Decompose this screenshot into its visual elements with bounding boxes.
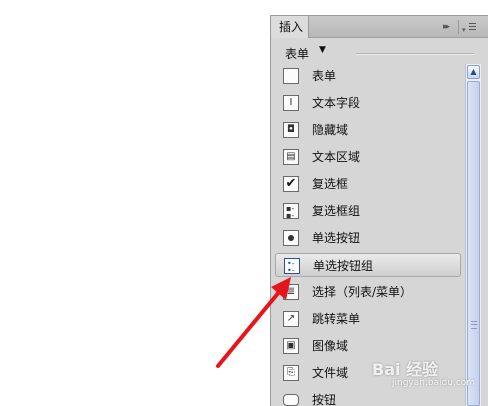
text-area-icon: ▤ <box>283 149 299 165</box>
list-item[interactable]: ▤ 文本区域 <box>275 145 461 169</box>
grip-icon <box>471 321 477 329</box>
list-item-label: 按钮 <box>312 393 337 406</box>
radio-button-icon <box>283 230 299 246</box>
list-item-label: 文本区域 <box>312 150 361 164</box>
radio-group-icon: •- •- •- <box>284 258 300 274</box>
list-item-label: 复选框组 <box>312 204 361 218</box>
menu-lines-icon <box>469 23 476 30</box>
scroll-up-icon[interactable]: ▲ <box>467 65 480 79</box>
list-item[interactable]: ↗ 跳转菜单 <box>275 307 461 331</box>
watermark-logo: Bai 经验 <box>372 360 439 379</box>
list-item-label: 选择（列表/菜单） <box>312 285 413 299</box>
tab-insert[interactable]: 插入 <box>271 16 309 38</box>
list-item-label: 隐藏域 <box>312 123 349 137</box>
image-field-icon: ▣ <box>283 338 299 354</box>
list-item-label: 文件域 <box>312 366 349 380</box>
category-label: 表单 <box>285 47 310 61</box>
insert-panel: 插入 ▸▸ ▾ 表单 ▼ 表单 I 文本字段 ◘ 隐藏域 ▤ 文本区域 ✔ 复选框 ▪- ▪- ▪… <box>270 15 488 406</box>
checkbox-group-icon: ▪- ▪- ▪- <box>283 203 299 219</box>
list-item[interactable]: ▪- ▪- ▪- 复选框组 <box>275 199 461 223</box>
list-item-label: 跳转菜单 <box>312 312 361 326</box>
form-icon <box>283 68 299 84</box>
list-item-label: 单选按钮组 <box>313 259 374 273</box>
divider <box>356 53 474 55</box>
button-icon <box>283 394 299 406</box>
list-item-label: 单选按钮 <box>312 231 361 245</box>
panel-options-menu-icon[interactable]: ▾ <box>462 20 480 34</box>
list-item[interactable]: •- •- •- 单选按钮组 <box>275 253 461 277</box>
list-item-label: 图像域 <box>312 339 349 353</box>
list-item[interactable]: 表单 <box>275 64 461 88</box>
list-item[interactable]: ◘ 隐藏域 <box>275 118 461 142</box>
panel-tab-bar: 插入 ▸▸ ▾ <box>271 16 488 38</box>
tab-divider <box>458 20 459 34</box>
dropdown-arrow-icon: ▼ <box>319 45 326 55</box>
checkbox-icon: ✔ <box>283 176 299 192</box>
category-dropdown[interactable]: 表单 ▼ <box>271 42 488 62</box>
list-item[interactable]: 按钮 <box>275 388 461 406</box>
list-item[interactable]: I 文本字段 <box>275 91 461 115</box>
chevron-down-icon: ▾ <box>462 26 466 34</box>
list-item[interactable]: ✔ 复选框 <box>275 172 461 196</box>
file-field-icon: ⎘ <box>283 365 299 381</box>
hidden-field-icon: ◘ <box>283 122 299 138</box>
collapse-panel-icon[interactable]: ▸▸ <box>443 20 450 34</box>
list-item[interactable]: 单选按钮 <box>275 226 461 250</box>
watermark-url: jingyan.baidu.com <box>392 378 476 388</box>
select-list-icon: ≣ <box>283 284 299 300</box>
jump-menu-icon: ↗ <box>283 311 299 327</box>
list-item[interactable]: ▣ 图像域 <box>275 334 461 358</box>
text-field-icon: I <box>283 95 299 111</box>
list-item-label: 表单 <box>312 69 337 83</box>
list-item-label: 复选框 <box>312 177 349 191</box>
vertical-scrollbar[interactable]: ▲ <box>465 64 481 406</box>
list-item-label: 文本字段 <box>312 96 361 110</box>
list-item[interactable]: ≣ 选择（列表/菜单） <box>275 280 461 304</box>
